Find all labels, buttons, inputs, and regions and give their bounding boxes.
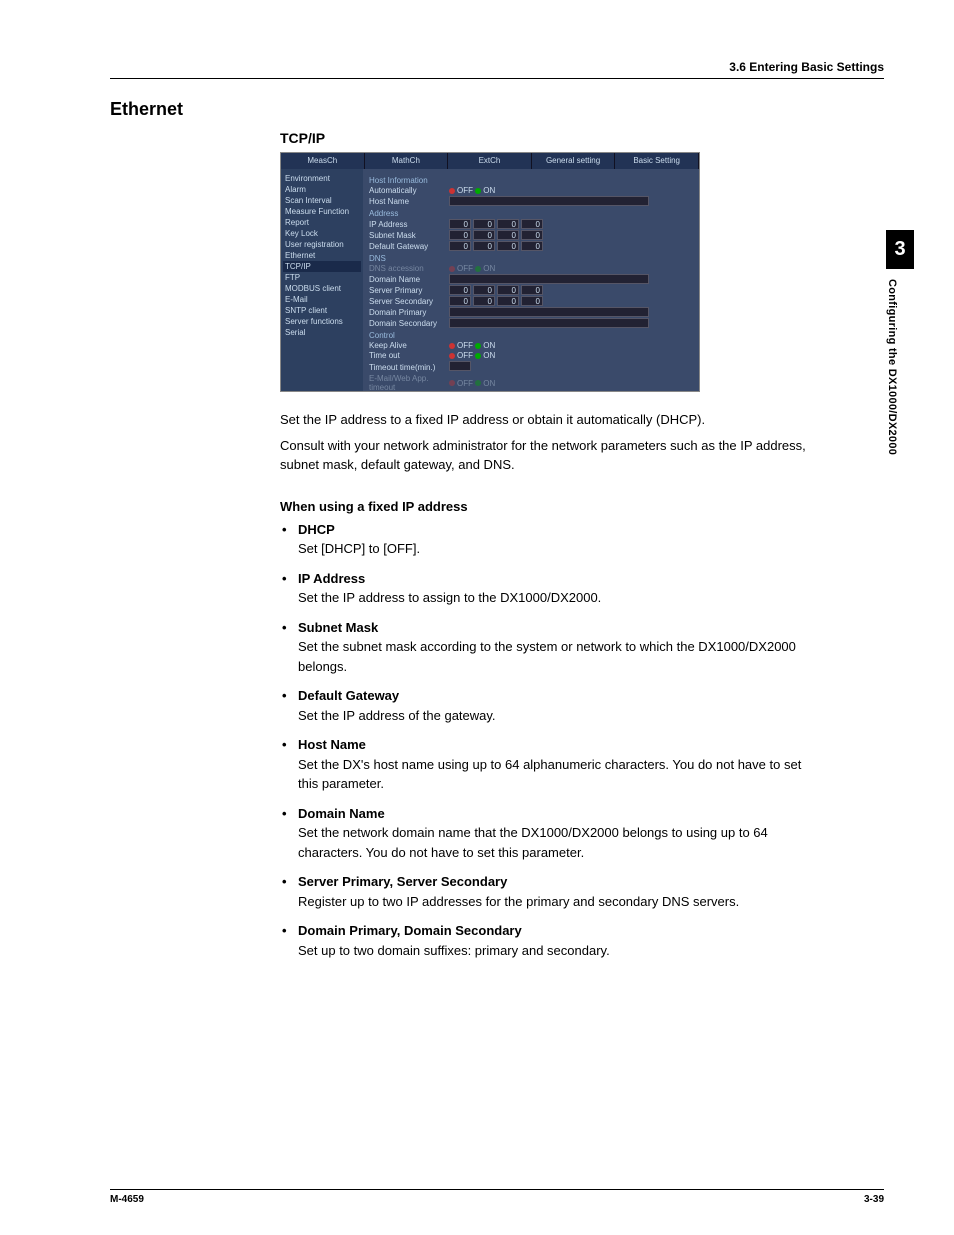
sidebar-item[interactable]: Environment (283, 173, 361, 184)
sidebar-item[interactable]: Report (283, 217, 361, 228)
sidebar-item[interactable]: SNTP client (283, 305, 361, 316)
screenshot-main: Host Information AutomaticallyOFF ON Hos… (363, 169, 699, 391)
input-subnet[interactable]: 0000 (449, 230, 545, 240)
page-footer: M-4659 3-39 (110, 1189, 884, 1205)
input-srvsec[interactable]: 0000 (449, 296, 545, 306)
when-heading: When using a fixed IP address (280, 499, 884, 514)
section-title: Ethernet (110, 99, 884, 120)
group-address: Address (369, 209, 693, 218)
sidebar-item[interactable]: Key Lock (283, 228, 361, 239)
list-item: Subnet MaskSet the subnet mask according… (280, 618, 824, 677)
sidebar-item[interactable]: Measure Function (283, 206, 361, 217)
sidebar-item[interactable]: Serial (283, 327, 361, 338)
lbl-srvpri: Server Primary (369, 286, 449, 295)
group-hostinfo: Host Information (369, 176, 693, 185)
sidebar-item[interactable]: FTP (283, 272, 361, 283)
list-item: Default Gateway Set the IP address of the… (280, 686, 824, 725)
tab-general[interactable]: General setting (532, 153, 616, 169)
radio-timeout[interactable]: OFF ON (449, 351, 495, 360)
config-screenshot: MeasCh MathCh ExtCh General setting Basi… (280, 152, 700, 392)
list-item: IP AddressSet the IP address to assign t… (280, 569, 824, 608)
desc: Set the IP address of the gateway. (298, 708, 496, 723)
term: IP Address (298, 569, 824, 589)
lbl-apptimeout: E-Mail/Web App. timeout (369, 374, 449, 392)
list-item: Domain Primary, Domain Secondary Set up t… (280, 921, 824, 960)
term: Subnet Mask (298, 618, 824, 638)
radio-keepalive[interactable]: OFF ON (449, 341, 495, 350)
sidebar-item[interactable]: E-Mail (283, 294, 361, 305)
input-gateway[interactable]: 0000 (449, 241, 545, 251)
chapter-number: 3 (886, 230, 914, 269)
lbl-subnet: Subnet Mask (369, 231, 449, 240)
term: Default Gateway (298, 686, 824, 706)
lbl-auto: Automatically (369, 186, 449, 195)
term: Domain Name (298, 804, 824, 824)
desc: Set up to two domain suffixes: primary a… (298, 943, 610, 958)
sidebar-item[interactable]: Ethernet (283, 250, 361, 261)
list-item: Server Primary, Server Secondary Register… (280, 872, 824, 911)
lbl-hostname: Host Name (369, 197, 449, 206)
subsection-title: TCP/IP (280, 130, 884, 146)
sidebar-item[interactable]: User registration (283, 239, 361, 250)
input-domain[interactable] (449, 274, 649, 284)
desc: Set the subnet mask according to the sys… (298, 639, 796, 674)
list-item: Host NameSet the DX's host name using up… (280, 735, 824, 794)
group-dns: DNS (369, 254, 693, 263)
tab-measch[interactable]: MeasCh (281, 153, 365, 169)
desc: Register up to two IP addresses for the … (298, 894, 739, 909)
intro-p2: Consult with your network administrator … (280, 436, 824, 475)
sidebar-item[interactable]: Scan Interval (283, 195, 361, 206)
radio-off-on[interactable]: OFF ON (449, 186, 495, 195)
footer-right: 3-39 (864, 1194, 884, 1205)
desc: Set [DHCP] to [OFF]. (298, 541, 420, 556)
input-ip[interactable]: 0000 (449, 219, 545, 229)
sidebar-item[interactable]: Server functions (283, 316, 361, 327)
term: Host Name (298, 735, 824, 755)
sidebar-item[interactable]: MODBUS client (283, 283, 361, 294)
lbl-domsec: Domain Secondary (369, 319, 449, 328)
header-breadcrumb: 3.6 Entering Basic Settings (110, 60, 884, 79)
lbl-keepalive: Keep Alive (369, 341, 449, 350)
list-item: DHCPSet [DHCP] to [OFF]. (280, 520, 824, 559)
term: Server Primary, Server Secondary (298, 872, 824, 892)
input-hostname[interactable] (449, 196, 649, 206)
term: Domain Primary, Domain Secondary (298, 921, 824, 941)
desc: Set the DX's host name using up to 64 al… (298, 757, 801, 792)
lbl-timeout: Time out (369, 351, 449, 360)
term: DHCP (298, 520, 824, 540)
input-domsec[interactable] (449, 318, 649, 328)
lbl-timeouttime: Timeout time(min.) (369, 363, 449, 372)
desc: Set the IP address to assign to the DX10… (298, 590, 601, 605)
input-timeouttime[interactable] (449, 361, 473, 373)
input-srvpri[interactable]: 0000 (449, 285, 545, 295)
lbl-srvsec: Server Secondary (369, 297, 449, 306)
sidebar-item-tcpip[interactable]: TCP/IP (283, 261, 361, 272)
intro-p1: Set the IP address to a fixed IP address… (280, 410, 824, 430)
lbl-ip: IP Address (369, 220, 449, 229)
tab-mathch[interactable]: MathCh (365, 153, 449, 169)
bullet-list: DHCPSet [DHCP] to [OFF]. IP AddressSet t… (280, 520, 824, 961)
lbl-dnsacc: DNS accession (369, 264, 449, 273)
screenshot-sidebar: Environment Alarm Scan Interval Measure … (281, 169, 363, 391)
radio-dns: OFF ON (449, 264, 495, 273)
group-control: Control (369, 331, 693, 340)
lbl-gateway: Default Gateway (369, 242, 449, 251)
radio-apptimeout: OFF ON (449, 379, 495, 388)
footer-left: M-4659 (110, 1194, 144, 1205)
intro-text: Set the IP address to a fixed IP address… (280, 410, 824, 475)
screenshot-tabs: MeasCh MathCh ExtCh General setting Basi… (281, 153, 699, 169)
chapter-title: Configuring the DX1000/DX2000 (886, 269, 898, 455)
sidebar-item[interactable]: Alarm (283, 184, 361, 195)
chapter-tab: 3 Configuring the DX1000/DX2000 (886, 230, 914, 455)
desc: Set the network domain name that the DX1… (298, 825, 768, 860)
lbl-domain: Domain Name (369, 275, 449, 284)
tab-extch[interactable]: ExtCh (448, 153, 532, 169)
tab-basic[interactable]: Basic Setting (615, 153, 699, 169)
list-item: Domain NameSet the network domain name t… (280, 804, 824, 863)
input-dompri[interactable] (449, 307, 649, 317)
lbl-dompri: Domain Primary (369, 308, 449, 317)
